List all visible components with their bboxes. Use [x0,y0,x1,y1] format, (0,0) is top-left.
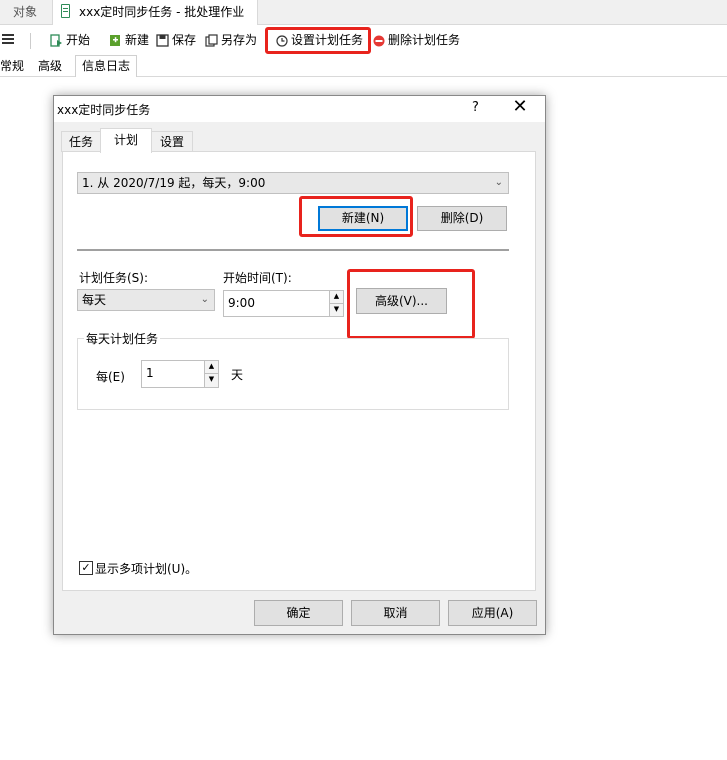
new-label: 新建 [125,33,150,47]
chevron-down-icon: ⌄ [200,294,209,305]
start-button[interactable]: 开始 [50,30,90,51]
start-time-value: 9:00 [228,296,255,310]
advanced-label: 高级(V)... [374,294,429,308]
delete-schedule-button[interactable]: 删除计划任务 [373,30,460,51]
every-label: 每(E) [96,370,125,384]
spin-down-icon[interactable]: ▼ [204,374,218,387]
document-tab-strip: 对象 xxx定时同步任务 - 批处理作业 [0,0,727,25]
toolbar-separator [30,33,31,49]
divider [77,249,509,251]
new-schedule-button[interactable]: 新建(N) [318,206,408,231]
spin-up-icon[interactable]: ▲ [329,291,343,304]
schedule-task-value: 每天 [82,293,107,307]
tab-batch-job[interactable]: xxx定时同步任务 - 批处理作业 [52,0,258,25]
new-schedule-label: 新建(N) [341,211,385,225]
delete-schedule-dialog-button[interactable]: 删除(D) [417,206,507,231]
schedule-panel: 1. 从 2020/7/19 起，每天，9:00 ⌄ 新建(N) 删除(D) 计… [62,151,536,591]
tab-object[interactable]: 对象 [0,0,50,24]
set-schedule-label: 设置计划任务 [291,33,364,47]
delete-schedule-dialog-label: 删除(D) [440,211,484,225]
show-multiple-checkbox[interactable]: ✓ [79,561,93,575]
schedule-list-select[interactable]: 1. 从 2020/7/19 起，每天，9:00 ⌄ [77,172,509,194]
start-time-label: 开始时间(T): [223,271,292,285]
spin-down-icon[interactable]: ▼ [329,303,343,316]
toolbar: 开始 新建 保存 另存为 设置计划任务 删除计划任务 [0,27,727,54]
every-days-input[interactable]: 1 ▲ ▼ [141,360,219,388]
ok-button[interactable]: 确定 [254,600,343,626]
save-as-button[interactable]: 另存为 [205,30,257,51]
tab-batch-job-label: xxx定时同步任务 - 批处理作业 [79,5,245,19]
close-button[interactable]: ✕ [510,97,530,117]
tab-advanced[interactable]: 高级 [38,57,62,75]
tab-schedule[interactable]: 计划 [100,128,152,153]
tab-info-log[interactable]: 信息日志 [75,55,138,77]
schedule-task-select[interactable]: 每天 ⌄ [77,289,215,311]
apply-label: 应用(A) [471,606,514,620]
daily-group-legend: 每天计划任务 [84,330,161,347]
save-label: 保存 [172,33,197,47]
tab-task[interactable]: 任务 [61,131,101,152]
advanced-button[interactable]: 高级(V)... [356,288,447,314]
ok-label: 确定 [286,606,311,620]
apply-button[interactable]: 应用(A) [448,600,537,626]
save-button[interactable]: 保存 [156,30,196,51]
new-button[interactable]: 新建 [109,30,149,51]
every-days-value: 1 [146,366,154,380]
chevron-down-icon: ⌄ [494,177,503,188]
cancel-button[interactable]: 取消 [351,600,440,626]
save-as-icon [205,34,218,47]
help-button[interactable]: ? [472,100,479,115]
start-time-input[interactable]: 9:00 ▲ ▼ [223,290,344,317]
dialog-title: xxx定时同步任务 [57,103,151,117]
delete-schedule-label: 删除计划任务 [388,33,461,47]
clock-icon [276,34,288,47]
tab-general[interactable]: 常规 [0,57,24,75]
dialog-titlebar: xxx定时同步任务 ? ✕ [54,96,545,122]
schedule-list-value: 1. 从 2020/7/19 起，每天，9:00 [82,176,266,190]
daily-schedule-group: 每天计划任务 每(E) 1 ▲ ▼ 天 [77,330,509,410]
menu-icon[interactable] [2,32,14,46]
start-label: 开始 [66,33,91,47]
view-tabs: 常规 高级 信息日志 [0,54,727,77]
new-icon [110,35,120,46]
set-schedule-button[interactable]: 设置计划任务 [265,27,371,54]
delete-icon [373,35,385,46]
batch-file-icon [61,4,70,18]
schedule-dialog: xxx定时同步任务 ? ✕ 任务 计划 设置 1. 从 2020/7/19 起，… [53,95,546,635]
show-multiple-label: 显示多项计划(U)。 [95,562,198,576]
tab-settings[interactable]: 设置 [151,131,193,152]
spin-up-icon[interactable]: ▲ [204,361,218,374]
start-icon [50,34,62,47]
schedule-task-label: 计划任务(S): [79,271,149,285]
cancel-label: 取消 [383,606,408,620]
save-as-label: 另存为 [221,33,258,47]
save-icon [156,34,169,47]
days-unit-label: 天 [231,368,244,382]
